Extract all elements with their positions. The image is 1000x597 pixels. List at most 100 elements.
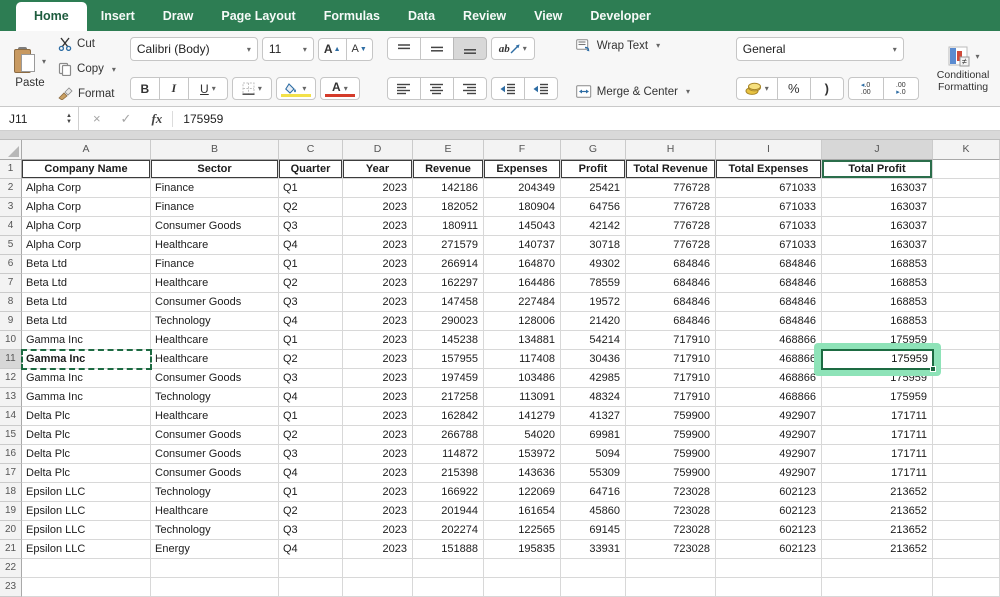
table-header-cell-I1[interactable]: Total Expenses xyxy=(716,160,822,179)
table-cell-B5[interactable]: Healthcare xyxy=(151,236,279,255)
row-header-1[interactable]: 1 xyxy=(0,160,22,179)
table-cell-E6[interactable]: 266914 xyxy=(413,255,484,274)
table-cell-K1[interactable] xyxy=(933,160,1000,179)
ribbon-tab-draw[interactable]: Draw xyxy=(149,2,208,31)
column-header-K[interactable]: K xyxy=(933,140,1000,160)
table-cell-G7[interactable]: 78559 xyxy=(561,274,626,293)
table-cell-B8[interactable]: Consumer Goods xyxy=(151,293,279,312)
table-cell-D10[interactable]: 2023 xyxy=(343,331,413,350)
table-header-cell-J1[interactable]: Total Profit xyxy=(822,160,933,179)
table-cell-I17[interactable]: 492907 xyxy=(716,464,822,483)
table-cell-F21[interactable]: 195835 xyxy=(484,540,561,559)
cut-button[interactable]: Cut xyxy=(58,37,116,51)
table-cell-B12[interactable]: Consumer Goods xyxy=(151,369,279,388)
empty-cell-D23[interactable] xyxy=(343,578,413,597)
table-cell-E13[interactable]: 217258 xyxy=(413,388,484,407)
table-cell-D15[interactable]: 2023 xyxy=(343,426,413,445)
table-cell-D14[interactable]: 2023 xyxy=(343,407,413,426)
table-cell-G17[interactable]: 55309 xyxy=(561,464,626,483)
row-header-7[interactable]: 7 xyxy=(0,274,22,293)
empty-cell-C23[interactable] xyxy=(279,578,343,597)
table-cell-D3[interactable]: 2023 xyxy=(343,198,413,217)
table-cell-B15[interactable]: Consumer Goods xyxy=(151,426,279,445)
empty-cell-C22[interactable] xyxy=(279,559,343,578)
table-cell-H18[interactable]: 723028 xyxy=(626,483,716,502)
table-cell-K14[interactable] xyxy=(933,407,1000,426)
table-cell-A12[interactable]: Gamma Inc xyxy=(22,369,151,388)
table-cell-F4[interactable]: 145043 xyxy=(484,217,561,236)
align-right-button[interactable] xyxy=(453,77,487,100)
table-cell-G13[interactable]: 48324 xyxy=(561,388,626,407)
table-cell-D5[interactable]: 2023 xyxy=(343,236,413,255)
table-cell-E2[interactable]: 142186 xyxy=(413,179,484,198)
row-header-8[interactable]: 8 xyxy=(0,293,22,312)
select-all-corner[interactable] xyxy=(0,140,22,160)
table-cell-K13[interactable] xyxy=(933,388,1000,407)
table-cell-F9[interactable]: 128006 xyxy=(484,312,561,331)
table-header-cell-E1[interactable]: Revenue xyxy=(413,160,484,179)
table-cell-C10[interactable]: Q1 xyxy=(279,331,343,350)
ribbon-tab-review[interactable]: Review xyxy=(449,2,520,31)
table-cell-J8[interactable]: 168853 xyxy=(822,293,933,312)
table-cell-A16[interactable]: Delta Plc xyxy=(22,445,151,464)
table-cell-H8[interactable]: 684846 xyxy=(626,293,716,312)
table-cell-G18[interactable]: 64716 xyxy=(561,483,626,502)
table-cell-C3[interactable]: Q2 xyxy=(279,198,343,217)
orientation-button[interactable]: ab ▾ xyxy=(491,37,535,60)
fill-handle[interactable] xyxy=(930,366,936,372)
table-cell-C17[interactable]: Q4 xyxy=(279,464,343,483)
row-header-4[interactable]: 4 xyxy=(0,217,22,236)
table-cell-D18[interactable]: 2023 xyxy=(343,483,413,502)
empty-cell-J23[interactable] xyxy=(822,578,933,597)
increase-indent-button[interactable] xyxy=(524,77,558,100)
table-cell-C2[interactable]: Q1 xyxy=(279,179,343,198)
table-cell-B4[interactable]: Consumer Goods xyxy=(151,217,279,236)
empty-cell-D22[interactable] xyxy=(343,559,413,578)
table-cell-A14[interactable]: Delta Plc xyxy=(22,407,151,426)
table-cell-E17[interactable]: 215398 xyxy=(413,464,484,483)
table-cell-B16[interactable]: Consumer Goods xyxy=(151,445,279,464)
table-cell-B11[interactable]: Healthcare xyxy=(151,350,279,369)
table-cell-G11[interactable]: 30436 xyxy=(561,350,626,369)
empty-cell-F22[interactable] xyxy=(484,559,561,578)
table-cell-J7[interactable]: 168853 xyxy=(822,274,933,293)
table-cell-I18[interactable]: 602123 xyxy=(716,483,822,502)
table-cell-J4[interactable]: 163037 xyxy=(822,217,933,236)
table-cell-I21[interactable]: 602123 xyxy=(716,540,822,559)
table-cell-J21[interactable]: 213652 xyxy=(822,540,933,559)
table-cell-D19[interactable]: 2023 xyxy=(343,502,413,521)
table-cell-K21[interactable] xyxy=(933,540,1000,559)
table-cell-E15[interactable]: 266788 xyxy=(413,426,484,445)
table-cell-I15[interactable]: 492907 xyxy=(716,426,822,445)
table-cell-E8[interactable]: 147458 xyxy=(413,293,484,312)
table-cell-F17[interactable]: 143636 xyxy=(484,464,561,483)
formula-bar-value[interactable]: 175959 xyxy=(173,112,223,126)
table-cell-G3[interactable]: 64756 xyxy=(561,198,626,217)
empty-cell-B22[interactable] xyxy=(151,559,279,578)
column-header-D[interactable]: D xyxy=(343,140,413,160)
table-cell-K6[interactable] xyxy=(933,255,1000,274)
confirm-entry-icon[interactable]: ✓ xyxy=(111,111,142,127)
table-cell-C12[interactable]: Q3 xyxy=(279,369,343,388)
table-cell-G5[interactable]: 30718 xyxy=(561,236,626,255)
table-cell-F6[interactable]: 164870 xyxy=(484,255,561,274)
align-center-button[interactable] xyxy=(420,77,454,100)
table-cell-F19[interactable]: 161654 xyxy=(484,502,561,521)
table-cell-H21[interactable]: 723028 xyxy=(626,540,716,559)
name-box[interactable]: J11 xyxy=(0,112,64,126)
row-header-5[interactable]: 5 xyxy=(0,236,22,255)
table-cell-B17[interactable]: Consumer Goods xyxy=(151,464,279,483)
align-middle-button[interactable] xyxy=(420,37,454,60)
table-cell-H17[interactable]: 759900 xyxy=(626,464,716,483)
table-cell-I4[interactable]: 671033 xyxy=(716,217,822,236)
table-header-cell-F1[interactable]: Expenses xyxy=(484,160,561,179)
table-cell-K2[interactable] xyxy=(933,179,1000,198)
table-cell-K12[interactable] xyxy=(933,369,1000,388)
table-cell-G9[interactable]: 21420 xyxy=(561,312,626,331)
table-cell-J16[interactable]: 171711 xyxy=(822,445,933,464)
table-cell-G20[interactable]: 69145 xyxy=(561,521,626,540)
table-cell-I16[interactable]: 492907 xyxy=(716,445,822,464)
table-cell-H5[interactable]: 776728 xyxy=(626,236,716,255)
font-name-select[interactable]: Calibri (Body) ▾ xyxy=(130,37,258,61)
table-cell-E5[interactable]: 271579 xyxy=(413,236,484,255)
